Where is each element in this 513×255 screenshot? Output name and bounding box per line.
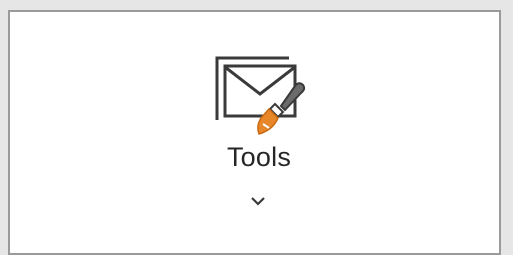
tools-label: Tools [226,142,292,172]
chevron-down-icon[interactable] [247,194,269,208]
ribbon-group-panel: Tools [8,10,501,255]
tools-button[interactable]: Tools [194,42,334,217]
mail-clean-icon [211,54,307,138]
